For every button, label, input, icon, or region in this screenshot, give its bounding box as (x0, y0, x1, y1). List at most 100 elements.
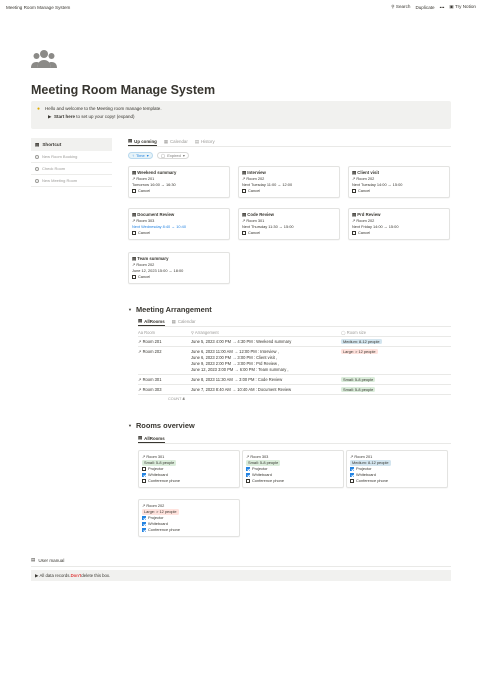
size-tag: Medium: 8-12 people (341, 338, 382, 344)
meeting-card[interactable]: ▤ Interview ↗ Room 202 Next Tuesday 11:00 … (238, 166, 340, 198)
checkbox-icon (352, 189, 356, 193)
page-breadcrumb[interactable]: Meeting Room Manage System (6, 5, 70, 10)
size-cell: Small: 5-8 people (341, 376, 451, 383)
table-row[interactable]: ↗ Room 303 June 7, 2023 8:40 AM → 10:40 A… (138, 385, 451, 395)
size-tag: Medium: 8-12 people (350, 460, 391, 466)
checkbox-icon (132, 231, 136, 235)
size-column-header[interactable]: ◯ Room size (341, 330, 451, 335)
room-card[interactable]: ↗ Room 303 Small: 5-8 people Projector Whit… (242, 450, 344, 488)
table-row[interactable]: ↗ Room 301 June 8, 2023 11:30 AM → 3:00 P… (138, 375, 451, 385)
expired-filter-label: Expired (167, 153, 181, 158)
cancel-label: Cancel (138, 274, 151, 279)
checkbox-icon (350, 478, 354, 483)
link-icon: ↗ (142, 503, 146, 508)
link-icon: ↗ (350, 454, 354, 459)
shortcut-check-room[interactable]: Check Room (31, 163, 112, 175)
tab-calendar[interactable]: ▦ Calendar (164, 137, 188, 146)
shortcut-label: New Room Booking (42, 154, 78, 159)
cancel-checkbox[interactable]: Cancel (132, 188, 226, 194)
link-icon: ↗ (132, 218, 136, 223)
tab-upcoming[interactable]: ▤ Up coming (128, 137, 157, 146)
meeting-card[interactable]: ▤ Code Review ↗ Room 301 Next Thursday 11:… (238, 208, 340, 240)
calendar-icon: ▦ (171, 318, 176, 324)
link-icon: ↗ (246, 454, 250, 459)
meeting-card[interactable]: ▤ Document Review ↗ Room 303 Next Wednesda… (128, 208, 230, 240)
room-cell[interactable]: ↗ Room 201 (138, 339, 191, 345)
room-card[interactable]: ↗ Room 201 Medium: 8-12 people Projector Wh… (346, 450, 448, 488)
cancel-checkbox[interactable]: Cancel (352, 188, 446, 194)
cancel-checkbox[interactable]: Cancel (132, 274, 226, 280)
feature-label: Whiteboard (252, 472, 272, 477)
circle-icon (35, 166, 39, 171)
checkbox-icon (142, 466, 146, 471)
expired-filter[interactable]: ◯ Expired ▾ (156, 152, 189, 159)
tab-label: Calendar (177, 319, 196, 324)
meeting-room-text: Room 202 (136, 262, 155, 267)
meeting-card[interactable]: ▤ Client visit ↗ Room 202 Next Tuesday 14:… (348, 166, 450, 198)
count-value: 4 (182, 397, 185, 401)
tab-allrooms[interactable]: ▤ AllRooms (138, 317, 165, 326)
tab-label: AllRooms (144, 435, 165, 441)
room-card[interactable]: ↗ Room 202 Large: > 12 people Projector Whi… (138, 499, 240, 537)
shortcut-new-meeting-room[interactable]: New Meeting Room (31, 175, 112, 187)
more-menu-button[interactable]: ••• (440, 5, 445, 10)
size-tag: Small: 5-8 people (142, 460, 177, 466)
search-label: Search (395, 4, 411, 9)
room-cell[interactable]: ↗ Room 202 (138, 349, 191, 373)
tab-calendar[interactable]: ▦ Calendar (172, 317, 196, 326)
records-text: All data records. (39, 573, 71, 578)
shortcut-new-room-booking[interactable]: New Room Booking (31, 151, 112, 163)
phone-feature[interactable]: Conference phone (246, 478, 340, 484)
data-records-toggle[interactable]: ▶ All data records. Don't delete this bo… (31, 570, 451, 581)
arrangement-column-header[interactable]: ⚲ Arrangement (191, 330, 341, 335)
room-cell[interactable]: ↗ Room 303 (138, 387, 191, 393)
checkbox-icon (132, 189, 136, 193)
top-bar: Meeting Room Manage System ⚲ Search Dupl… (0, 0, 482, 14)
phone-feature[interactable]: Conference phone (142, 527, 236, 533)
link-icon: ↗ (138, 348, 142, 354)
meeting-card[interactable]: ▤ Prd Review ↗ Room 202 Next Friday 14:00 … (348, 208, 450, 240)
search-button[interactable]: ⚲ Search (391, 4, 410, 10)
meeting-card[interactable]: ▤ Team summary ↗ Room 202 June 12, 2023 15… (128, 252, 230, 284)
time-filter[interactable]: ↑ Time ▾ (128, 152, 153, 159)
room-column-header[interactable]: Aa Room (138, 330, 191, 335)
table-row[interactable]: ↗ Room 202 June 6, 2023 11:00 AM → 12:00 … (138, 347, 451, 375)
arrangement-line: June 7, 2023 8:40 AM → 10:40 AM : Docume… (191, 386, 292, 392)
tab-allrooms[interactable]: ▤ AllRooms (138, 434, 165, 443)
header-label: Room size (346, 329, 367, 335)
meeting-room-text: Room 303 (136, 218, 155, 223)
duplicate-button[interactable]: Duplicate (415, 5, 434, 10)
start-here-toggle[interactable]: ▶ Start here to set up your copy! (expan… (45, 113, 445, 121)
cancel-checkbox[interactable]: Cancel (242, 188, 336, 194)
table-row[interactable]: ↗ Room 201 June 5, 2023 4:00 PM → 4:30 PM… (138, 337, 451, 347)
arrangement-line: June 8, 2023 11:30 AM → 3:00 PM : Code R… (191, 376, 283, 382)
meeting-card[interactable]: ▤ Weekend summary ↗ Room 201 Tomorrow 16:0… (128, 166, 230, 198)
size-cell: Medium: 8-12 people (341, 338, 451, 345)
tab-history[interactable]: ▤ History (195, 137, 215, 146)
feature-label: Projector (356, 466, 372, 471)
size-tag: Small: 5-8 people (246, 460, 281, 466)
overview-section-header[interactable]: ▼ Rooms overview (128, 421, 195, 430)
link-icon: ↗ (242, 218, 246, 223)
feature-label: Conference phone (148, 527, 181, 532)
feature-label: Whiteboard (148, 521, 168, 526)
arrangement-section-header[interactable]: ▼ Meeting Arrangement (128, 305, 212, 314)
cancel-checkbox[interactable]: Cancel (242, 230, 336, 236)
cancel-checkbox[interactable]: Cancel (352, 230, 446, 236)
arrangement-line: June 5, 2023 4:00 PM → 4:30 PM : Weekend… (191, 338, 292, 344)
phone-feature[interactable]: Conference phone (350, 478, 444, 484)
calendar-icon: ▦ (163, 138, 168, 144)
shortcut-header-label: Shortcut (42, 142, 62, 147)
table-icon: ▤ (138, 318, 143, 323)
user-manual-link[interactable]: ▤ User manual (31, 557, 64, 563)
checkbox-icon (142, 472, 146, 477)
table-icon: ▤ (194, 138, 199, 144)
count-footer: COUNT 4 (138, 395, 451, 401)
checkbox-icon (132, 275, 136, 279)
try-notion-button[interactable]: ▣ Try Notion (449, 4, 476, 10)
room-card[interactable]: ↗ Room 301 Small: 5-8 people Projector Whit… (138, 450, 240, 488)
cancel-checkbox[interactable]: Cancel (132, 230, 226, 236)
shortcut-label: Check Room (42, 166, 66, 171)
phone-feature[interactable]: Conference phone (142, 478, 236, 484)
room-cell[interactable]: ↗ Room 301 (138, 377, 191, 383)
